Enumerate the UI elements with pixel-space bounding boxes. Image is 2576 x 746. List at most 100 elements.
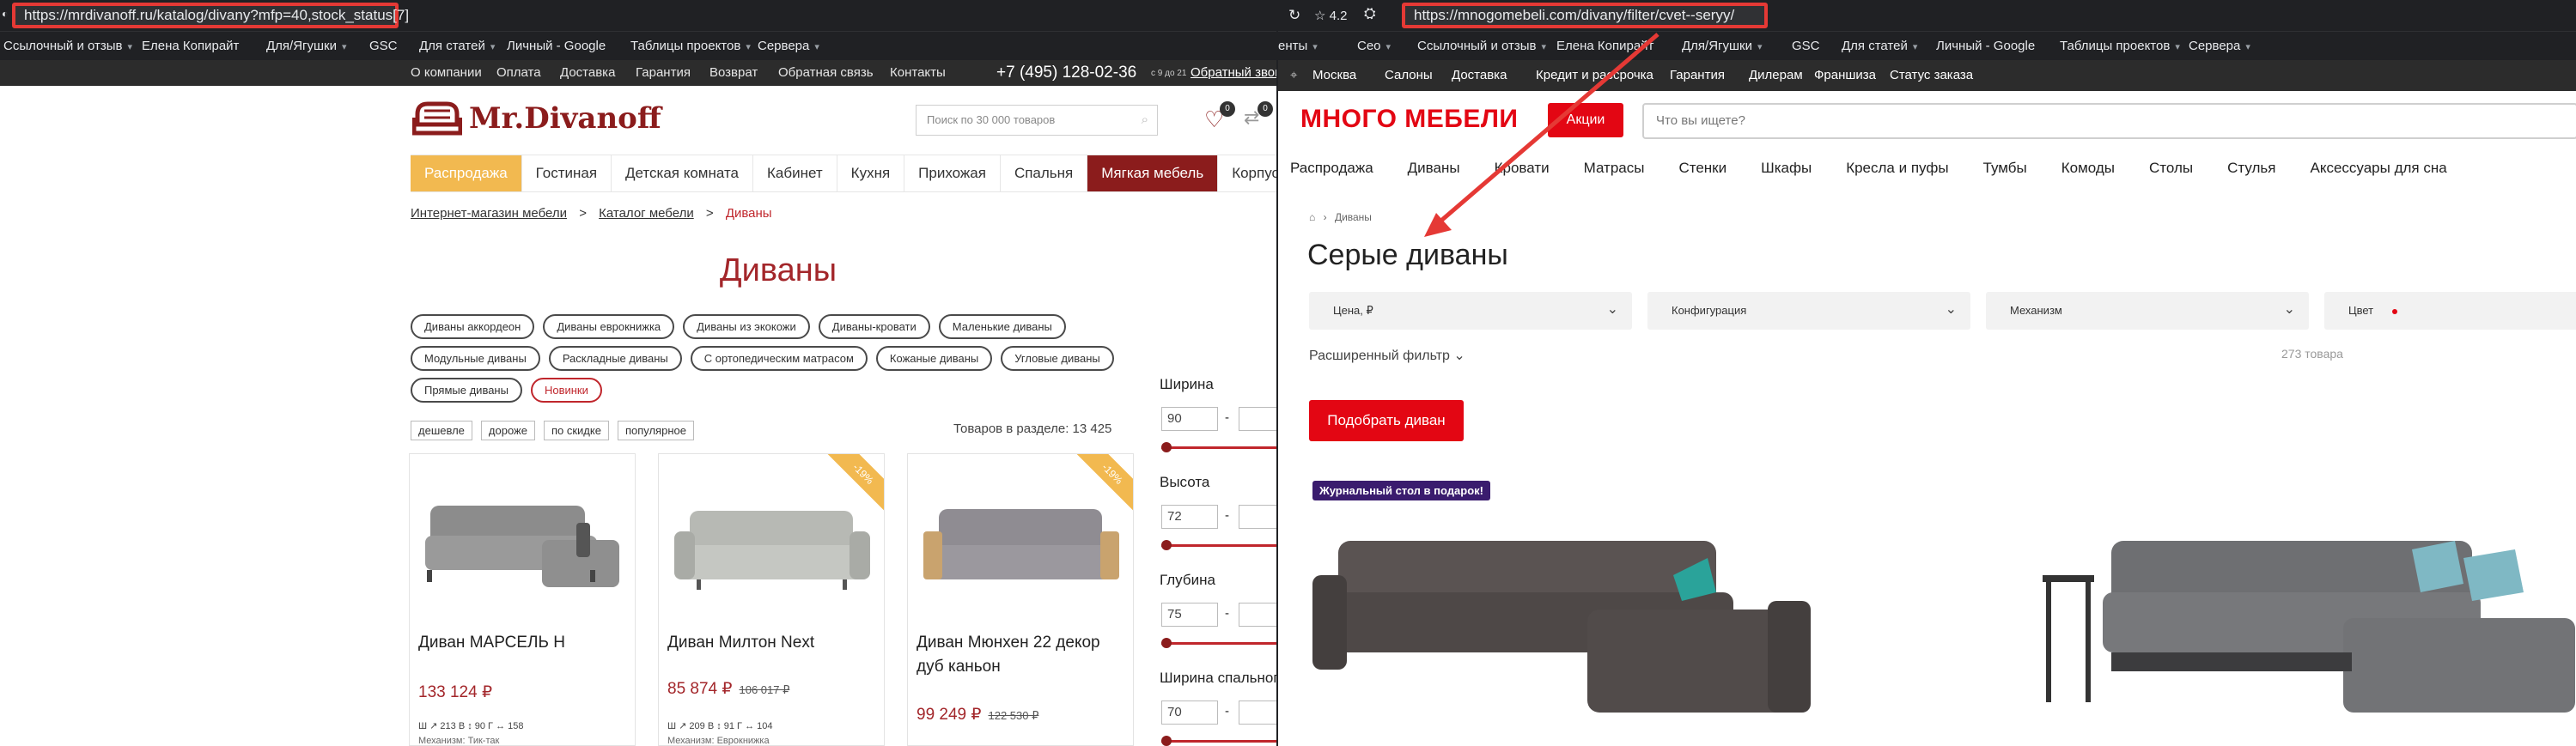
range-track[interactable] <box>1161 740 1276 743</box>
product-image[interactable] <box>1304 506 1836 746</box>
site-logo[interactable]: МНОГО МЕБЕЛИ <box>1300 105 1518 134</box>
breadcrumb-link[interactable]: Каталог мебели <box>599 206 694 221</box>
bookmark-item[interactable]: Елена Копирайт <box>1556 39 1653 53</box>
category-item[interactable]: Стенки <box>1678 160 1726 177</box>
sort-button[interactable]: дешевле <box>411 421 472 440</box>
bookmark-item[interactable]: енты ▾ <box>1278 39 1318 53</box>
location-pin-icon[interactable]: ⌖ <box>1290 68 1297 82</box>
topnav-link[interactable]: Обратная связь <box>778 65 874 80</box>
chip-link[interactable]: Диваны из экокожи <box>683 314 810 339</box>
bookmark-item[interactable]: Сео ▾ <box>1357 39 1391 53</box>
topnav-link[interactable]: Франшиза <box>1814 68 1876 82</box>
category-item[interactable]: Спальня <box>1001 155 1088 191</box>
bookmark-item[interactable]: Личный - Google <box>507 39 606 53</box>
search-input[interactable]: Поиск по 30 000 товаров ⌕ <box>916 105 1158 136</box>
advanced-filter-toggle[interactable]: Расширенный фильтр ⌄ <box>1309 347 1465 364</box>
topnav-link-city[interactable]: Москва <box>1312 68 1356 82</box>
category-item[interactable]: Столы <box>2149 160 2193 177</box>
filter-max-input[interactable] <box>1239 407 1276 431</box>
topnav-link[interactable]: Гарантия <box>1670 68 1725 82</box>
range-handle[interactable] <box>1161 442 1172 452</box>
topnav-link[interactable]: Салоны <box>1385 68 1433 82</box>
category-item[interactable]: Гостиная <box>522 155 612 191</box>
bookmark-item[interactable]: Для статей ▾ <box>1842 39 1917 53</box>
chip-link[interactable]: Модульные диваны <box>411 346 540 371</box>
category-item[interactable]: Кресла и пуфы <box>1846 160 1948 177</box>
range-track[interactable] <box>1161 544 1276 547</box>
chip-link[interactable]: Диваны-кровати <box>818 314 930 339</box>
category-item[interactable]: Кухня <box>837 155 905 191</box>
category-item-sale[interactable]: Распродажа <box>411 155 522 191</box>
chip-link[interactable]: Раскладные диваны <box>548 346 682 371</box>
sort-button[interactable]: дороже <box>480 421 535 440</box>
configuration-filter-select[interactable]: Конфигурация ⌄ <box>1647 292 1970 330</box>
category-item[interactable]: Распродажа <box>1290 160 1373 177</box>
breadcrumb-link[interactable]: Диваны <box>1335 211 1372 223</box>
bookmark-item[interactable]: Сервера ▾ <box>2189 39 2250 53</box>
topnav-link[interactable]: Контакты <box>890 65 946 80</box>
product-name[interactable]: Диван Милтон Next <box>667 631 874 655</box>
bookmark-item[interactable]: Таблицы проектов ▾ <box>630 39 751 53</box>
category-item[interactable]: Комоды <box>2061 160 2115 177</box>
filter-max-input[interactable] <box>1239 505 1276 529</box>
bookmark-item[interactable]: Ссылочный и отзыв ▾ <box>1417 39 1546 53</box>
sort-button[interactable]: по скидке <box>543 421 609 440</box>
filter-min-input[interactable]: 75 <box>1161 603 1218 627</box>
category-item[interactable]: Детская комната <box>612 155 754 191</box>
topnav-link[interactable]: Возврат <box>709 65 758 80</box>
product-card[interactable]: -19% Диван Мюнхен 22 декор дуб каньон 99… <box>907 453 1134 746</box>
breadcrumb-link[interactable]: Интернет-магазин мебели <box>411 206 567 221</box>
reload-icon[interactable]: ↻ <box>1288 7 1300 24</box>
chip-link[interactable]: Диваны еврокнижка <box>543 314 675 339</box>
rating-star-icon[interactable]: ☆ 4.2 <box>1314 8 1347 23</box>
promotions-button[interactable]: Акции <box>1548 103 1623 137</box>
category-item-active[interactable]: Мягкая мебель <box>1087 155 1219 191</box>
topnav-link[interactable]: Статус заказа <box>1890 68 1973 82</box>
category-item[interactable]: Прихожая <box>904 155 1001 191</box>
chip-link[interactable]: С ортопедическим матрасом <box>690 346 868 371</box>
category-item[interactable]: Кровати <box>1495 160 1550 177</box>
filter-max-input[interactable] <box>1239 603 1276 627</box>
search-input[interactable]: Что вы ищете? <box>1642 103 2576 139</box>
product-image[interactable] <box>2034 515 2576 746</box>
topnav-link[interactable]: Кредит и рассрочка <box>1536 68 1653 82</box>
range-track[interactable] <box>1161 446 1276 449</box>
chip-link[interactable]: Угловые диваны <box>1001 346 1114 371</box>
bookmark-item[interactable]: Сервера ▾ <box>758 39 819 53</box>
chip-link[interactable]: Кожаные диваны <box>875 346 993 371</box>
bookmark-item[interactable]: Для/Ягушки ▾ <box>266 39 347 53</box>
topnav-link[interactable]: О компании <box>411 65 482 80</box>
category-item[interactable]: Матрасы <box>1584 160 1645 177</box>
chip-link[interactable]: Диваны аккордеон <box>411 314 535 339</box>
topnav-link[interactable]: Оплата <box>496 65 541 80</box>
bookmark-item[interactable]: GSC <box>1792 39 1820 53</box>
topnav-link[interactable]: Доставка <box>560 65 615 80</box>
category-item[interactable]: Корпусная мебель <box>1218 155 1276 191</box>
chip-link[interactable]: Маленькие диваны <box>938 314 1066 339</box>
bookmark-item[interactable]: Ссылочный и отзыв ▾ <box>3 39 132 53</box>
filter-max-input[interactable] <box>1239 701 1276 725</box>
chip-link-new[interactable]: Новинки <box>530 378 602 403</box>
topnav-link[interactable]: Гарантия <box>636 65 691 80</box>
topnav-link[interactable]: Дилерам <box>1749 68 1803 82</box>
price-filter-select[interactable]: Цена, ₽ ⌄ <box>1309 292 1632 330</box>
color-filter-select[interactable]: Цвет <box>2324 292 2576 330</box>
search-icon[interactable]: ⌕ <box>1142 112 1148 127</box>
bookmark-item[interactable]: Таблицы проектов ▾ <box>2060 39 2180 53</box>
filter-min-input[interactable]: 90 <box>1161 407 1218 431</box>
category-item[interactable]: Диваны <box>1408 160 1460 177</box>
filter-min-input[interactable]: 70 <box>1161 701 1218 725</box>
url-field-right[interactable]: https://mnogomebeli.com/divany/filter/cv… <box>1402 3 1768 28</box>
bookmark-item[interactable]: GSC <box>369 39 398 53</box>
chip-link[interactable]: Прямые диваны <box>411 378 522 403</box>
bookmark-item[interactable]: Елена Копирайт <box>142 39 239 53</box>
category-item[interactable]: Аксессуары для сна <box>2310 160 2446 177</box>
home-icon[interactable]: ⌂ <box>1309 211 1315 223</box>
sort-button[interactable]: популярное <box>617 421 694 440</box>
product-name[interactable]: Диван МАРСЕЛЬ Н <box>418 631 624 655</box>
range-handle[interactable] <box>1161 540 1172 550</box>
range-handle[interactable] <box>1161 638 1172 648</box>
site-info-icon[interactable]: ◐ <box>2 8 8 20</box>
pick-sofa-button[interactable]: Подобрать диван <box>1309 400 1464 441</box>
product-card[interactable]: Диван МАРСЕЛЬ Н 133 124 ₽ Ш ↗ 213 В ↕ 90… <box>409 453 636 746</box>
